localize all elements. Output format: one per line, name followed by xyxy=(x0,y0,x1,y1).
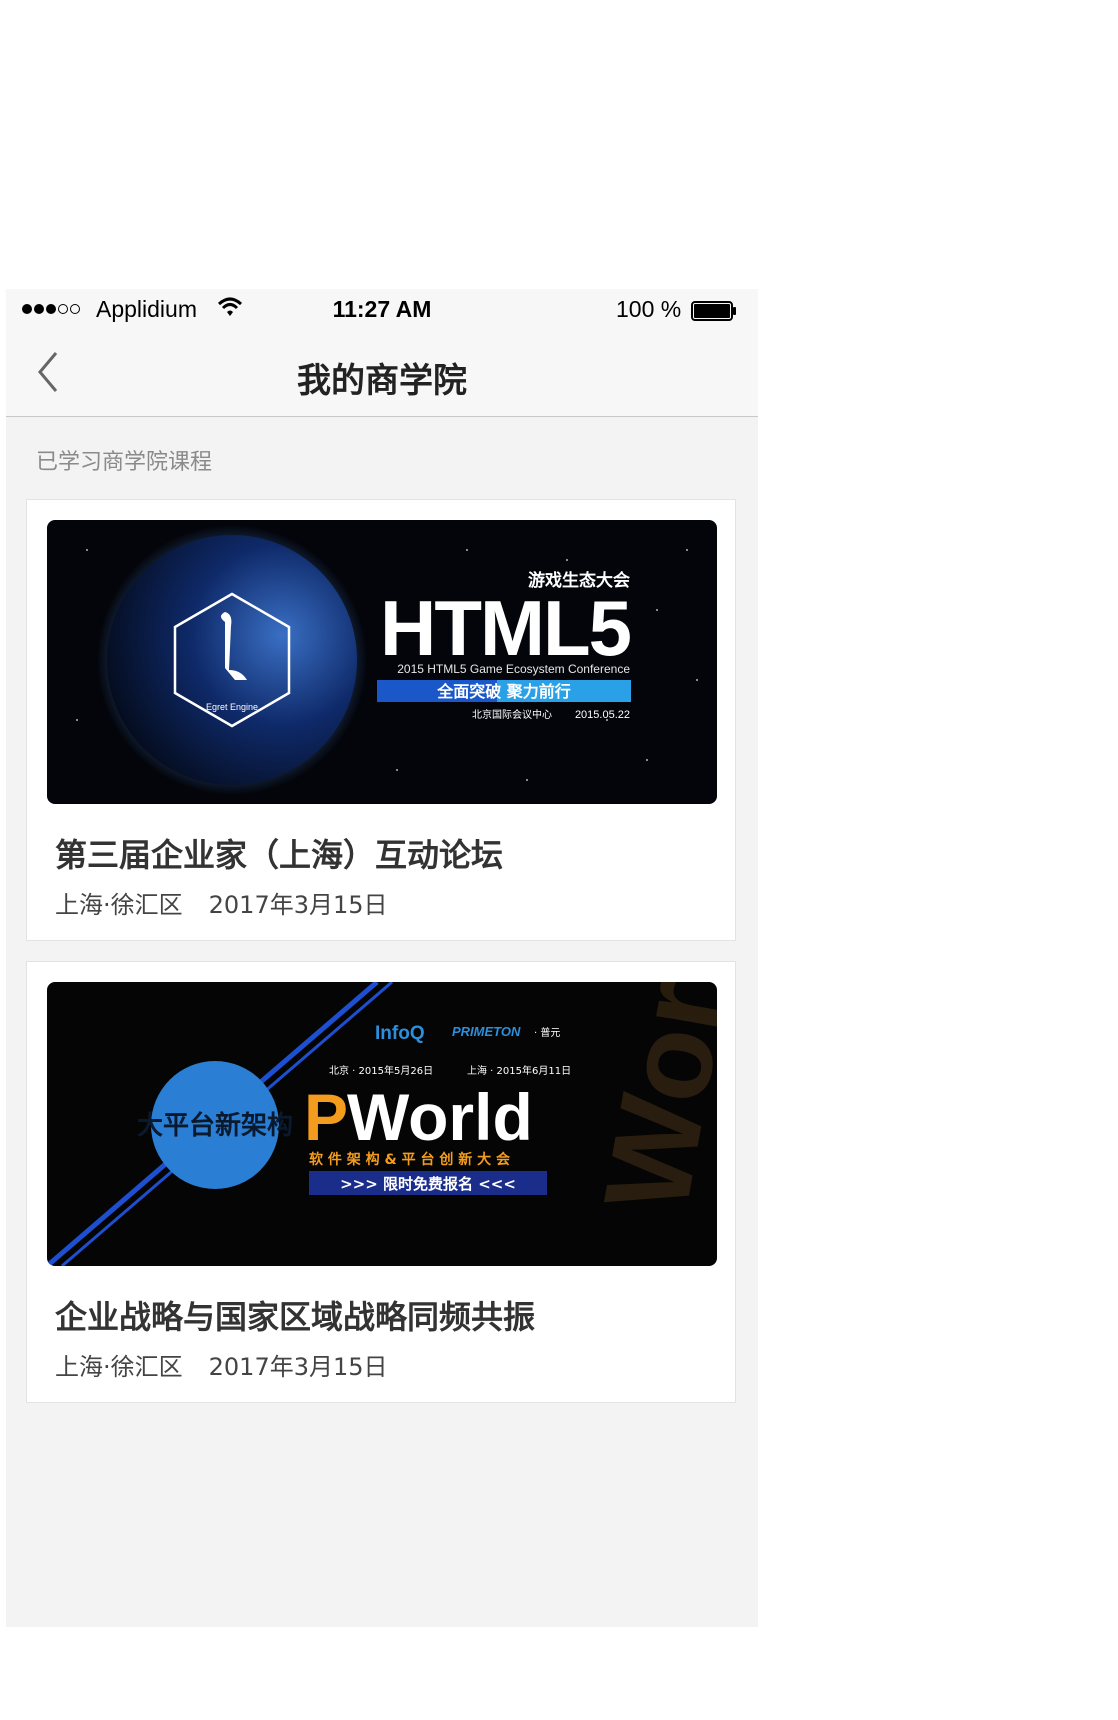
svg-text:上海 · 2015年6月11日: 上海 · 2015年6月11日 xyxy=(467,1064,571,1077)
course-meta: 上海·徐汇区 2017年3月15日 xyxy=(55,885,388,920)
svg-text:PRIMETON: PRIMETON xyxy=(452,1024,521,1039)
svg-text:2015.05.22: 2015.05.22 xyxy=(575,709,630,721)
course-meta: 上海·徐汇区 2017年3月15日 xyxy=(55,1347,388,1382)
svg-text:· 普元: · 普元 xyxy=(534,1026,560,1039)
status-bar: Applidium 11:27 AM 100 % xyxy=(6,289,758,329)
course-date: 2017年3月15日 xyxy=(208,1353,388,1381)
svg-text:2015 HTML5 Game Ecosystem Conf: 2015 HTML5 Game Ecosystem Conference xyxy=(397,662,630,676)
svg-text:P: P xyxy=(304,1080,348,1154)
page-title: 我的商学院 xyxy=(297,361,467,401)
course-card[interactable]: World 大平台新架构 InfoQ PRIMETON · 普元 北京 · 20… xyxy=(26,961,736,1403)
svg-text:北京 · 2015年5月26日: 北京 · 2015年5月26日 xyxy=(329,1064,433,1077)
course-card[interactable]: Egret Engine 游戏生态大会 HTML5 2015 HTML5 Gam… xyxy=(26,499,736,941)
course-location: 上海·徐汇区 xyxy=(55,1353,183,1381)
course-banner-image: World 大平台新架构 InfoQ PRIMETON · 普元 北京 · 20… xyxy=(47,982,717,1266)
course-title: 企业战略与国家区域战略同频共振 xyxy=(55,1298,536,1336)
course-banner-image: Egret Engine 游戏生态大会 HTML5 2015 HTML5 Gam… xyxy=(47,520,717,804)
svg-text:>>> 限时免费报名 <<<: >>> 限时免费报名 <<< xyxy=(340,1175,516,1193)
navigation-bar: 我的商学院 xyxy=(6,329,758,417)
svg-text:北京国际会议中心: 北京国际会议中心 xyxy=(472,708,552,721)
svg-text:全面突破 聚力前行: 全面突破 聚力前行 xyxy=(436,682,571,701)
section-label: 已学习商学院课程 xyxy=(36,450,213,475)
battery-icon xyxy=(691,300,737,321)
course-title: 第三届企业家（上海）互动论坛 xyxy=(55,836,504,874)
course-location: 上海·徐汇区 xyxy=(55,891,183,919)
battery-percent: 100 % xyxy=(616,296,682,322)
phone-screen: Applidium 11:27 AM 100 % 我的商学院 已学习商学院课程 … xyxy=(6,289,758,1627)
svg-text:大平台新架构: 大平台新架构 xyxy=(137,1110,293,1141)
svg-text:InfoQ: InfoQ xyxy=(375,1023,425,1044)
svg-text:Egret Engine: Egret Engine xyxy=(206,702,258,712)
svg-text:World: World xyxy=(347,1080,533,1154)
svg-text:软 件 架 构 & 平 台 创 新 大 会: 软 件 架 构 & 平 台 创 新 大 会 xyxy=(309,1151,511,1168)
course-date: 2017年3月15日 xyxy=(208,891,388,919)
svg-text:HTML5: HTML5 xyxy=(380,584,631,672)
